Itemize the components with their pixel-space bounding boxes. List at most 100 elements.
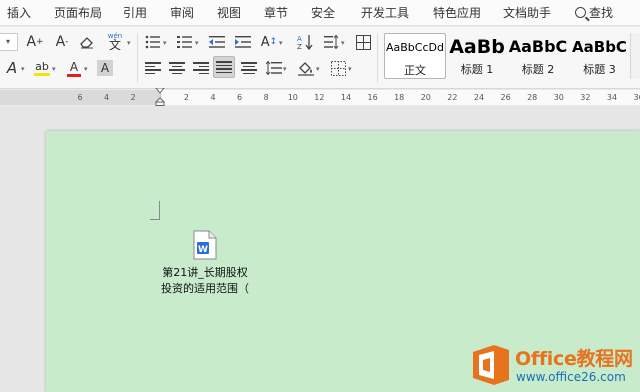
align-left-button[interactable]	[143, 58, 163, 78]
style-name: 标题 1	[460, 63, 494, 76]
table-button[interactable]	[353, 32, 373, 52]
chevron-down-icon[interactable]: ▾	[21, 65, 25, 73]
text-effect-button[interactable]: A	[2, 58, 22, 78]
watermark-url: www.office26.com	[516, 370, 626, 384]
embedded-word-file[interactable]: W 第21讲_长期股权 投资的适用范围（	[150, 230, 260, 297]
menu-view[interactable]: 视图	[217, 0, 241, 26]
table-icon	[355, 34, 371, 50]
align-right-icon	[193, 62, 209, 74]
ruler-tick-label: 24	[473, 93, 485, 102]
justify-button[interactable]	[213, 56, 235, 78]
search-label: 查找	[589, 6, 614, 20]
ruler-tick-label: 26	[500, 93, 511, 102]
style-name: 标题 2	[521, 63, 555, 76]
font-grow-button[interactable]: A +	[25, 32, 45, 52]
chevron-down-icon[interactable]: ▾	[279, 39, 283, 47]
ruler-tick-label: 14	[340, 93, 352, 102]
eraser-icon	[80, 37, 93, 49]
ruler-tick-label: 32	[580, 93, 591, 102]
bullet-list-button[interactable]	[143, 32, 163, 52]
menu-references[interactable]: 引用	[123, 0, 147, 26]
ruler-tick-label: 18	[394, 93, 405, 102]
chevron-down-icon[interactable]: ▾	[84, 65, 88, 73]
text-direction-button[interactable]: A ↕	[259, 32, 279, 52]
font-shrink-button[interactable]: A-	[52, 32, 72, 52]
style-name: 正文	[404, 64, 426, 77]
site-watermark: Office教程网 www.office26.com	[470, 340, 640, 390]
style-normal[interactable]: AaBbCcDd 正文	[384, 33, 446, 79]
chevron-down-icon[interactable]: ▾	[52, 65, 56, 73]
ruler-tick-label: 10	[287, 93, 298, 102]
file-name-line-1: 第21讲_长期股权	[162, 266, 248, 279]
clear-format-button[interactable]	[77, 32, 97, 52]
ruler-tick-label: 34	[606, 93, 618, 102]
bullet-list-icon	[145, 35, 160, 49]
styles-gallery-scroll[interactable]	[630, 33, 640, 79]
svg-text:Z: Z	[297, 43, 302, 50]
highlight-button[interactable]: ab	[32, 58, 52, 78]
indent-icon	[235, 36, 251, 48]
svg-text:W: W	[198, 245, 208, 255]
paragraph-spacing-button[interactable]	[264, 58, 284, 78]
phonetic-char: 文	[108, 38, 121, 52]
menu-special-apps[interactable]: 特色应用	[433, 0, 481, 26]
decrease-indent-button[interactable]	[207, 32, 227, 52]
style-preview: AaBbCcDd	[386, 41, 444, 54]
menu-doc-assistant[interactable]: 文档助手	[503, 0, 551, 26]
align-center-button[interactable]	[167, 58, 187, 78]
font-color-icon: A	[69, 59, 79, 74]
watermark-brand: Office教程网	[515, 348, 633, 370]
indent-marker-icon[interactable]	[155, 88, 165, 106]
ruler-tick-label: 4	[210, 93, 216, 102]
char-shading-button[interactable]: A	[95, 58, 115, 78]
ruler-tick-label: 36	[633, 93, 640, 102]
margin-corner-mark	[150, 201, 160, 220]
distribute-icon	[241, 62, 257, 74]
char-shading-icon: A	[97, 60, 113, 76]
chevron-down-icon[interactable]: ▾	[316, 65, 320, 73]
ruler-tick-label: 6	[77, 93, 83, 102]
sort-button[interactable]: AZ	[295, 32, 315, 52]
menu-insert[interactable]: 插入	[7, 0, 31, 26]
font-size-dropdown[interactable]: ▾	[0, 33, 18, 51]
numbered-list-button[interactable]	[175, 32, 195, 52]
chevron-down-icon[interactable]: ▾	[163, 39, 167, 47]
search-button[interactable]: 查找	[575, 0, 613, 26]
ruler-tick-label: 12	[314, 93, 325, 102]
chevron-down-icon[interactable]: ▾	[348, 65, 352, 73]
menu-page-layout[interactable]: 页面布局	[54, 0, 102, 26]
svg-text:A: A	[297, 35, 302, 43]
menu-developer-tools[interactable]: 开发工具	[361, 0, 409, 26]
line-spacing-button[interactable]	[322, 32, 342, 52]
horizontal-ruler[interactable]: 64224681012141618202224262830323436	[0, 90, 640, 105]
shading-fill-button[interactable]	[296, 58, 316, 78]
phonetic-guide-button[interactable]: wén 文	[103, 31, 127, 51]
numbered-list-icon	[177, 36, 192, 48]
ruler-tick-label: 2	[130, 93, 136, 102]
chevron-down-icon[interactable]: ▾	[195, 39, 199, 47]
style-heading-3[interactable]: AaBbC 标题 3	[569, 33, 630, 79]
file-name-line-2: 投资的适用范围（	[161, 282, 249, 295]
outdent-icon	[209, 36, 225, 48]
borders-button[interactable]	[328, 58, 348, 78]
chevron-down-icon[interactable]: ▾	[341, 39, 345, 47]
menu-review[interactable]: 审阅	[170, 0, 194, 26]
ruler-tick-label: 20	[420, 93, 431, 102]
sort-icon: AZ	[297, 35, 313, 50]
paragraph-spacing-icon	[266, 61, 282, 75]
style-heading-1[interactable]: AaBb 标题 1	[447, 33, 507, 79]
distribute-button[interactable]	[239, 58, 259, 78]
chevron-down-icon[interactable]: ▾	[127, 39, 131, 47]
style-heading-2[interactable]: AaBbC 标题 2	[508, 33, 568, 79]
style-preview: AaBb	[449, 36, 505, 58]
menu-bar: 插入 页面布局 引用 审阅 视图 章节 安全 开发工具 特色应用 文档助手 查找	[0, 0, 640, 26]
chevron-down-icon[interactable]: ▾	[283, 65, 287, 73]
align-right-button[interactable]	[191, 58, 211, 78]
ruler-tick-label: 2	[183, 93, 189, 102]
increase-indent-button[interactable]	[233, 32, 253, 52]
font-color-button[interactable]: A	[64, 58, 84, 78]
menu-section[interactable]: 章节	[264, 0, 288, 26]
ruler-tick-label: 28	[527, 93, 538, 102]
office-logo-icon	[473, 345, 509, 385]
menu-security[interactable]: 安全	[311, 0, 335, 26]
